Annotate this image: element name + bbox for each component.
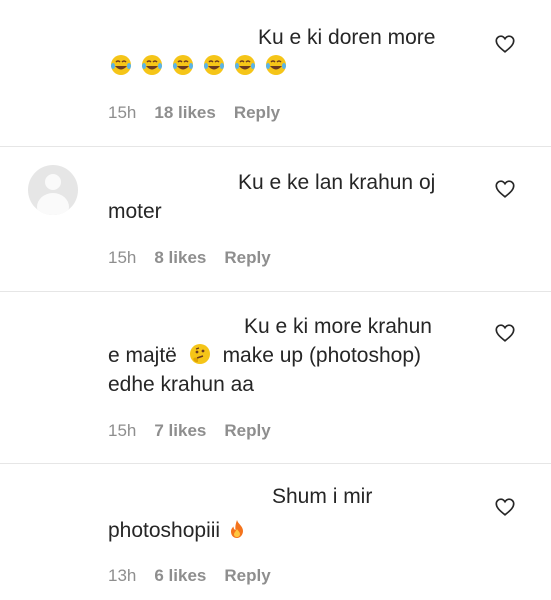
comment-text-line: Shum i mir [272,485,373,508]
likes-count[interactable]: 8 likes [154,248,206,267]
reply-button[interactable]: Reply [224,421,270,440]
laughing-tears-icon [266,55,286,75]
laughing-tears-icon [235,55,255,75]
heart-icon[interactable] [494,33,516,55]
comment-text-fragment: make up (photoshop) [222,344,422,367]
comment-meta: 15h 7 likes Reply [108,421,289,441]
laughing-tears-icon [111,55,131,75]
comment-time: 15h [108,248,137,267]
heart-icon[interactable] [494,178,516,200]
comment-text-line: Ku e ki doren more [258,26,436,49]
divider [0,291,551,292]
comment-meta: 15h 8 likes Reply [108,248,289,268]
comment-meta: 15h 18 likes Reply [108,103,298,123]
laughing-tears-icon [173,55,193,75]
comment-text-line: e majtë make up (photoshop) [108,342,421,369]
reply-button[interactable]: Reply [224,248,270,267]
divider [0,463,551,464]
laughing-tears-icon [142,55,162,75]
comment-text-line: photoshopiii [108,517,248,544]
comment-text-fragment: photoshopiii [108,519,221,542]
avatar[interactable] [28,165,78,215]
divider [0,146,551,147]
likes-count[interactable]: 7 likes [154,421,206,440]
comment-text-line: edhe krahun aa [108,373,254,396]
laughing-tears-icon [204,55,224,75]
comment-meta: 13h 6 likes Reply [108,566,289,586]
thinking-face-icon [189,344,210,364]
reply-button[interactable]: Reply [234,103,280,122]
comment-time: 15h [108,421,137,440]
comment-time: 13h [108,566,137,585]
comment-text-line: Ku e ki more krahun [244,315,432,338]
comment-text-fragment: e majtë [108,344,177,367]
likes-count[interactable]: 18 likes [154,103,215,122]
heart-icon[interactable] [494,496,516,518]
fire-icon [230,520,243,538]
comment-text-line: moter [108,200,162,223]
comment-time: 15h [108,103,137,122]
likes-count[interactable]: 6 likes [154,566,206,585]
reply-button[interactable]: Reply [224,566,270,585]
emoji-row [110,54,296,76]
comment-text-line: Ku e ke lan krahun oj [238,171,436,194]
heart-icon[interactable] [494,322,516,344]
